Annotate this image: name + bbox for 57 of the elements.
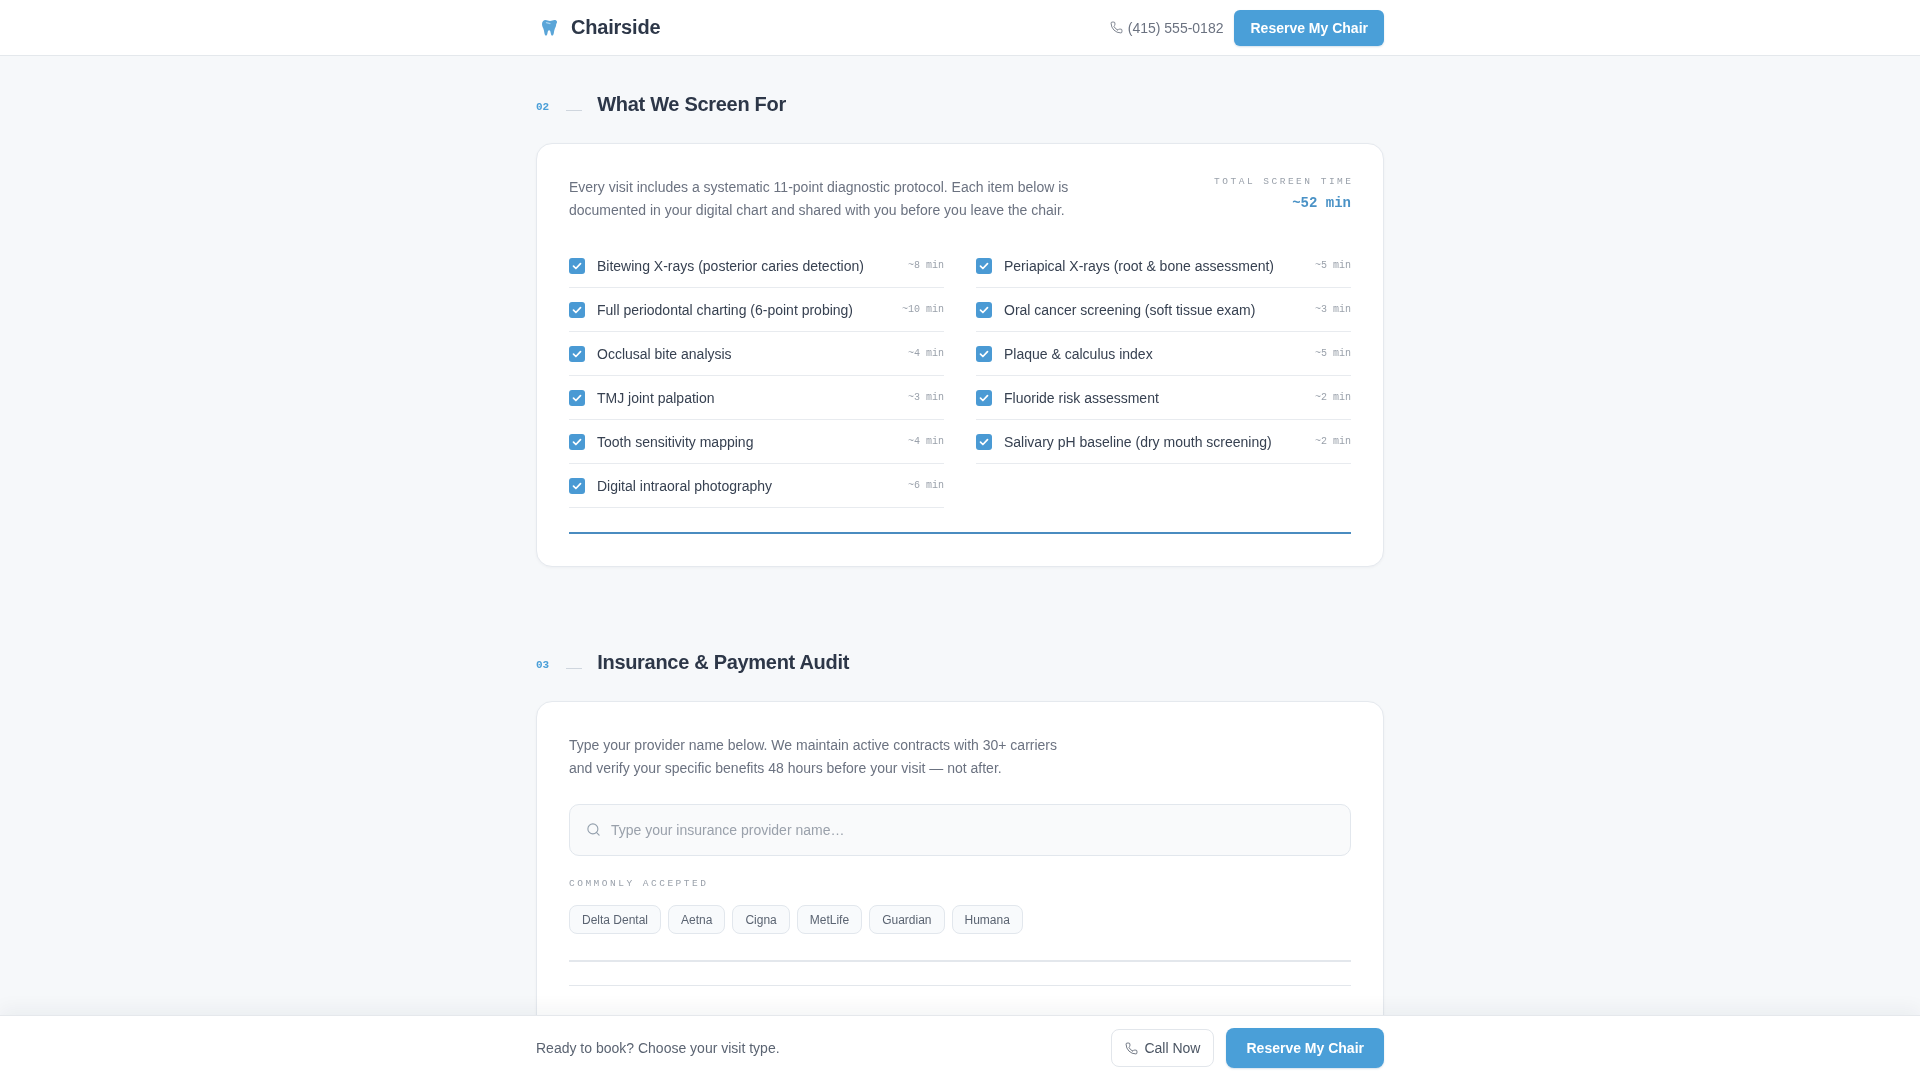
total-time-label: TOTAL SCREEN TIME — [1214, 176, 1354, 188]
item-duration: ~5 min — [1315, 260, 1351, 271]
intro-text: Every visit includes a systematic 11-point diagnostic protocol. Each item below is documented in your digital chart and shared with you before you leave the chair. — [569, 178, 1070, 220]
screening-item-label: Fluoride risk assessment — [1004, 389, 1160, 406]
insurance-search-field[interactable]: Type your insurance provider name… — [569, 804, 1351, 856]
insurer-chip[interactable]: Delta Dental — [569, 905, 662, 934]
section-title: What We Screen For — [597, 92, 786, 116]
checkbox[interactable] — [569, 389, 585, 406]
phone-link[interactable]: (415) 555-0182 — [1109, 19, 1224, 36]
item-duration: ~8 min — [908, 260, 944, 271]
search-icon — [586, 822, 601, 837]
item-duration: ~4 min — [908, 436, 944, 447]
screening-item-label: Plaque & calculus index — [1004, 345, 1154, 362]
call-button[interactable]: Call Now — [1111, 1029, 1215, 1067]
item-duration: ~2 min — [1315, 392, 1351, 403]
checkbox[interactable] — [569, 301, 585, 318]
screening-item-label: Tooth sensitivity mapping — [597, 433, 755, 450]
screening-item-label: Digital intraoral photography — [597, 477, 774, 494]
section-title: Insurance & Payment Audit — [597, 650, 850, 674]
screening-item-label: Salivary pH baseline (dry mouth screening) — [1004, 433, 1273, 450]
section-number: 02 — [536, 99, 550, 113]
checkbox[interactable] — [976, 257, 992, 274]
checkbox[interactable] — [976, 433, 992, 450]
item-duration: ~6 min — [908, 480, 944, 491]
insurer-chip[interactable]: Aetna — [668, 905, 726, 934]
checkbox[interactable] — [569, 433, 585, 450]
screening-item-label: TMJ joint palpation — [597, 389, 716, 406]
checkbox[interactable] — [569, 257, 585, 274]
insurer-chip[interactable]: Humana — [951, 905, 1023, 934]
chips-label: COMMONLY ACCEPTED — [569, 878, 709, 890]
section-number: 03 — [536, 657, 550, 671]
item-duration: ~3 min — [1315, 304, 1351, 315]
screening-item-label: Full periodontal charting (6-point probing) — [597, 301, 855, 318]
screening-item-label: Oral cancer screening (soft tissue exam) — [1004, 301, 1257, 318]
booking-prompt: Ready to book? Choose your visit type. — [536, 1040, 780, 1056]
tooth-icon — [542, 19, 558, 36]
item-duration: ~4 min — [908, 348, 944, 359]
screening-item-label: Periapical X-rays (root & bone assessment) — [1004, 257, 1275, 274]
item-duration: ~3 min — [908, 392, 944, 403]
insurer-chip[interactable]: MetLife — [796, 905, 863, 934]
phone-icon — [1125, 1041, 1139, 1055]
screening-item-label: Bitewing X-rays (posterior caries detection) — [597, 257, 865, 274]
checkbox[interactable] — [976, 301, 992, 318]
checkbox[interactable] — [976, 389, 992, 406]
checkbox[interactable] — [569, 345, 585, 362]
item-duration: ~5 min — [1315, 348, 1351, 359]
phone-icon — [1109, 21, 1123, 34]
checkbox[interactable] — [976, 345, 992, 362]
item-duration: ~2 min — [1315, 436, 1351, 447]
checkbox[interactable] — [569, 477, 585, 494]
intro-text: Type your provider name below. We maintain active contracts with 30+ carriers and verify your specific benefits 48 hours before your visit — not after. — [569, 736, 1059, 778]
brand-name: Chairside — [571, 16, 661, 39]
screening-item-label: Occlusal bite analysis — [597, 345, 733, 362]
total-time-value: ~52 min — [1292, 194, 1351, 212]
insurer-chip[interactable]: Cigna — [732, 905, 790, 934]
item-duration: ~10 min — [902, 304, 944, 315]
insurer-chip[interactable]: Guardian — [869, 905, 945, 934]
